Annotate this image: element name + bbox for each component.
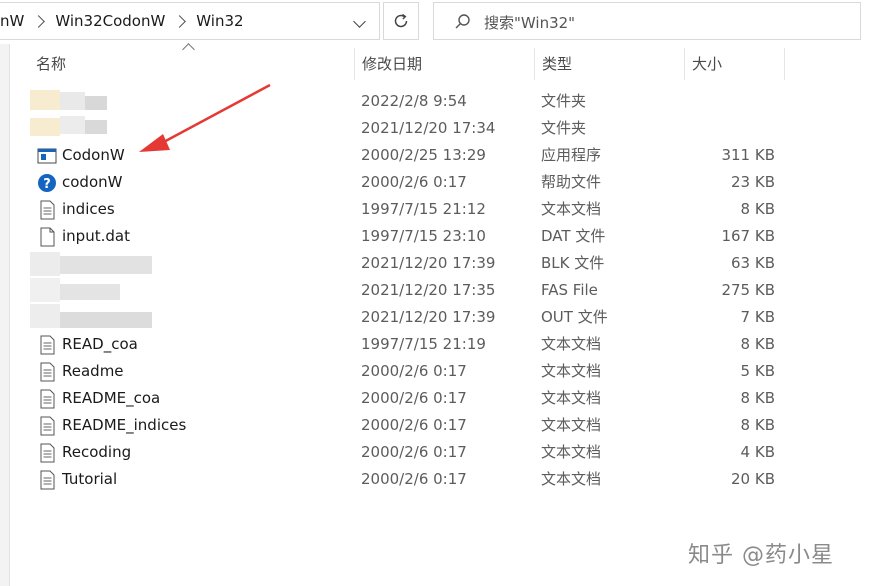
watermark: 知乎 @药小星 bbox=[688, 543, 834, 568]
annotation-arrow bbox=[139, 83, 271, 152]
